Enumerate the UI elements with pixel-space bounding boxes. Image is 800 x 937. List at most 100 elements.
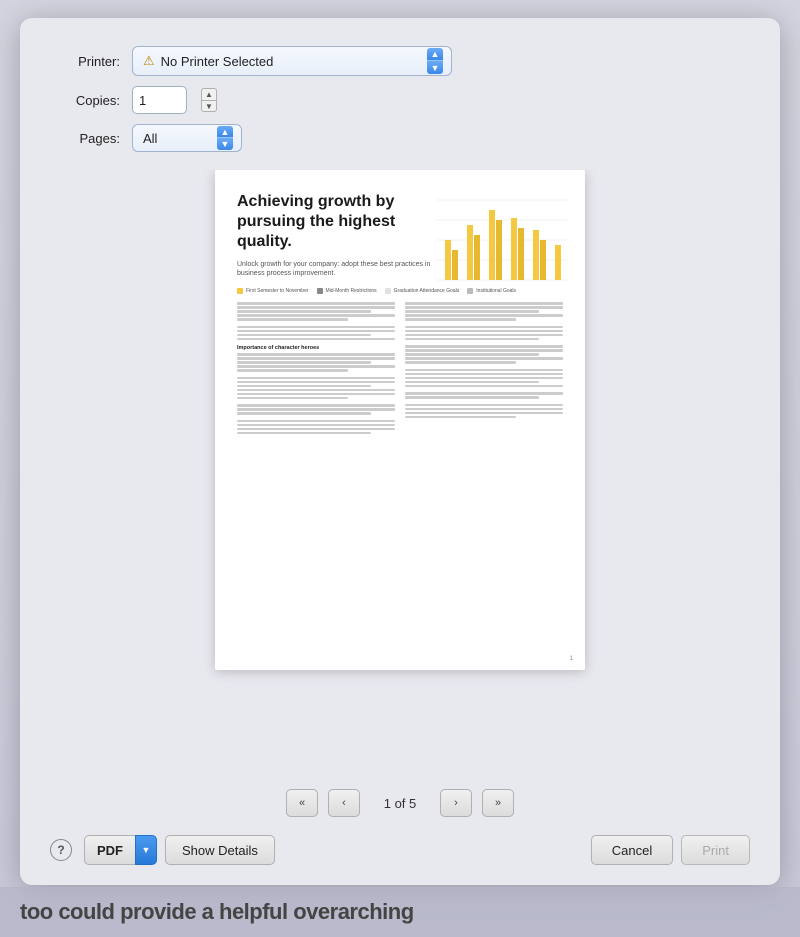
text-line [405, 396, 539, 399]
pdf-button[interactable]: PDF [84, 835, 135, 865]
prev-page-button[interactable]: ‹ [328, 789, 360, 817]
text-block-r4 [405, 369, 563, 388]
preview-col-left: Importance of character heroes [237, 302, 395, 439]
text-block-r2 [405, 326, 563, 341]
text-line [237, 369, 348, 372]
text-line [405, 306, 563, 309]
text-line [237, 338, 395, 341]
text-line [405, 338, 539, 341]
legend-dot-3 [385, 288, 391, 294]
printer-select[interactable]: ⚠ No Printer Selected ▲ ▼ [132, 46, 452, 76]
text-line [237, 397, 348, 400]
bottom-text-strip: too could provide a helpful overarching [0, 887, 800, 937]
text-line [237, 432, 371, 435]
text-line [237, 393, 395, 396]
text-block-r6 [405, 404, 563, 419]
text-line [405, 361, 516, 364]
pages-select[interactable]: All ▲ ▼ [132, 124, 242, 152]
copies-arrow-up[interactable]: ▲ [201, 88, 217, 100]
text-block-4 [237, 377, 395, 400]
text-line [237, 361, 371, 364]
printer-arrow-up[interactable]: ▲ [427, 48, 443, 61]
preview-subtitle: Unlock growth for your company: adopt th… [237, 260, 432, 278]
text-line [405, 416, 516, 419]
copies-value: 1 [139, 93, 146, 108]
text-line [237, 424, 395, 427]
text-block-1 [237, 302, 395, 321]
legend-item-2: Mid-Month Restrictions [317, 288, 377, 294]
text-block-r1 [405, 302, 563, 321]
legend-dot-2 [317, 288, 323, 294]
copies-stepper[interactable]: ▲ ▼ [201, 88, 217, 112]
show-details-button[interactable]: Show Details [165, 835, 275, 865]
legend-dot-1 [237, 288, 243, 294]
bottom-strip-text: too could provide a helpful overarching [20, 899, 414, 925]
text-line [237, 314, 395, 317]
printer-stepper[interactable]: ▲ ▼ [427, 48, 443, 74]
printer-warning-icon: ⚠ [143, 53, 155, 69]
text-line [237, 302, 395, 305]
text-line [405, 326, 563, 329]
legend-label-1: First Semester to November [246, 288, 309, 294]
text-line [405, 349, 563, 352]
print-dialog: Printer: ⚠ No Printer Selected ▲ ▼ Copie… [20, 18, 780, 885]
text-line [405, 302, 563, 305]
text-line [237, 306, 395, 309]
text-line [237, 385, 371, 388]
text-line [237, 330, 395, 333]
text-line [237, 381, 395, 384]
legend-label-2: Mid-Month Restrictions [326, 288, 377, 294]
next-page-button[interactable]: › [440, 789, 472, 817]
text-line [237, 326, 395, 329]
text-line [405, 353, 539, 356]
text-block-6 [237, 420, 395, 435]
preview-area: Achieving growth by pursuing the highest… [50, 170, 750, 777]
copies-row: Copies: 1 ▲ ▼ [50, 86, 750, 114]
text-line [237, 353, 395, 356]
copies-label: Copies: [50, 93, 120, 108]
preview-chart [437, 190, 567, 290]
legend-item-1: First Semester to November [237, 288, 309, 294]
text-line [237, 377, 395, 380]
text-line [405, 385, 563, 388]
text-line [405, 404, 563, 407]
preview-columns: Importance of character heroes [237, 302, 563, 439]
pdf-group: PDF ▼ [84, 835, 157, 865]
pages-value: All [143, 131, 217, 146]
pdf-dropdown-button[interactable]: ▼ [135, 835, 157, 865]
printer-arrow-down[interactable]: ▼ [427, 61, 443, 74]
text-block-r5 [405, 392, 563, 399]
first-page-button[interactable]: « [286, 789, 318, 817]
cancel-button[interactable]: Cancel [591, 835, 673, 865]
pages-stepper[interactable]: ▲ ▼ [217, 126, 233, 150]
bottom-bar: ? PDF ▼ Show Details Cancel Print [50, 835, 750, 865]
help-button[interactable]: ? [50, 839, 72, 861]
text-line [237, 404, 395, 407]
text-line [405, 369, 563, 372]
preview-page: Achieving growth by pursuing the highest… [215, 170, 585, 670]
text-line [237, 428, 395, 431]
form-area: Printer: ⚠ No Printer Selected ▲ ▼ Copie… [50, 46, 750, 152]
text-line [405, 357, 563, 360]
chart-svg [437, 190, 567, 290]
copies-arrow-down[interactable]: ▼ [201, 100, 217, 112]
text-line [405, 412, 563, 415]
copies-input[interactable]: 1 [132, 86, 187, 114]
text-block-5 [237, 404, 395, 415]
page-info: 1 of 5 [370, 796, 430, 811]
text-line [237, 365, 395, 368]
pages-arrow-down[interactable]: ▼ [217, 138, 233, 150]
text-line [237, 318, 348, 321]
text-block-title: Importance of character heroes [237, 345, 395, 351]
text-line [405, 345, 563, 348]
text-line [405, 334, 563, 337]
preview-page-number: 1 [570, 656, 573, 662]
text-line [237, 408, 395, 411]
text-block-3: Importance of character heroes [237, 345, 395, 372]
page-navigation: « ‹ 1 of 5 › » [50, 789, 750, 817]
last-page-button[interactable]: » [482, 789, 514, 817]
text-line [237, 389, 395, 392]
print-button[interactable]: Print [681, 835, 750, 865]
pages-arrow-up[interactable]: ▲ [217, 126, 233, 138]
text-block-r3 [405, 345, 563, 364]
